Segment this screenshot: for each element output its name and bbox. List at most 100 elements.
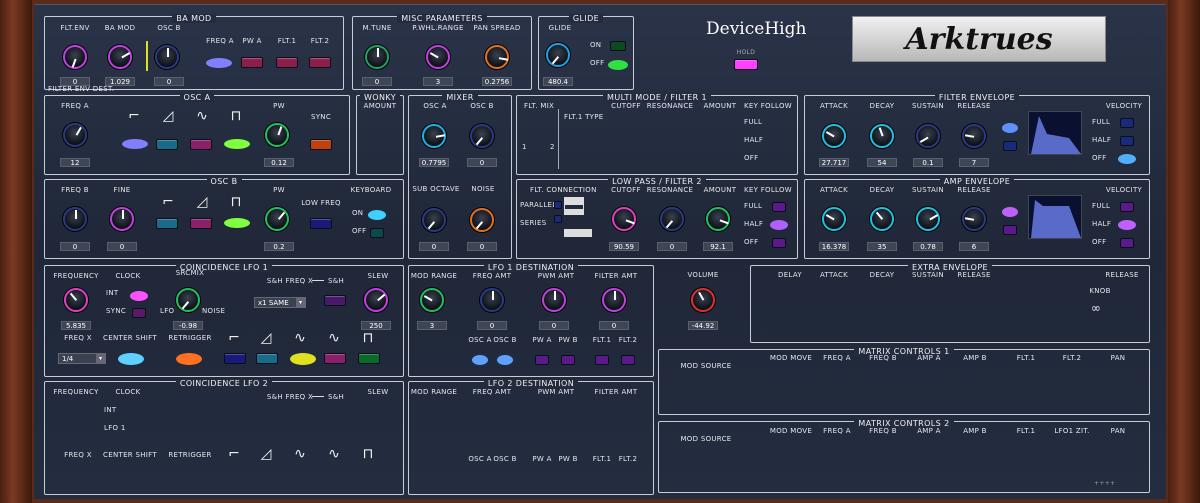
mixer-osc-a-knob[interactable] xyxy=(422,124,446,148)
filter-vel-half-button[interactable] xyxy=(1120,136,1134,146)
label: FULL xyxy=(1092,118,1111,126)
lfo1-osc-b-button[interactable] xyxy=(497,355,513,365)
kf-half-button[interactable] xyxy=(770,220,788,230)
glide-knob[interactable] xyxy=(546,43,570,67)
filter-release-knob[interactable] xyxy=(962,124,986,148)
label: SUSTAIN xyxy=(912,102,944,110)
sync-button[interactable] xyxy=(310,139,332,150)
osc-a-wave-1-button[interactable] xyxy=(122,139,148,149)
master-tune-knob[interactable] xyxy=(365,45,389,69)
kf-full-button[interactable] xyxy=(772,202,786,212)
value-display: 0 xyxy=(154,77,184,86)
sub-octave-knob[interactable] xyxy=(422,208,446,232)
lfo1-pw-a-button[interactable] xyxy=(535,355,549,365)
lfo1-pwm-amt-knob[interactable] xyxy=(542,288,566,312)
lfo1-filter-amt-knob[interactable] xyxy=(602,288,626,312)
lfo1-frequency-knob[interactable] xyxy=(64,288,88,312)
amp-vel-full-button[interactable] xyxy=(1120,202,1134,212)
keyboard-off-button[interactable] xyxy=(370,228,384,238)
filter-2-amount-knob[interactable] xyxy=(706,207,730,231)
label: VOLUME xyxy=(687,271,719,279)
lfo1-wave-5-button[interactable] xyxy=(358,353,380,364)
lfo1-int-button[interactable] xyxy=(130,291,148,301)
osc-b-wave-2-button[interactable] xyxy=(190,218,212,229)
filter-sustain-knob[interactable] xyxy=(916,124,940,148)
pw-a-knob[interactable] xyxy=(265,123,289,147)
lfo1-mod-range-knob[interactable] xyxy=(420,288,444,312)
series-button[interactable] xyxy=(554,215,562,223)
filter-2-cutoff-knob[interactable] xyxy=(612,207,636,231)
freq-b-knob[interactable] xyxy=(63,207,87,231)
section-title: COINCIDENCE LFO 2 xyxy=(175,379,273,388)
srcmix-knob[interactable] xyxy=(176,288,200,312)
label: RELEASE xyxy=(1105,271,1139,279)
filter-env-toggle-1[interactable] xyxy=(1002,123,1018,133)
label: RETRIGGER xyxy=(168,334,212,342)
ba-mod-knob[interactable] xyxy=(108,45,132,69)
label: FLT.2 xyxy=(1062,354,1082,362)
lfo1-wave-2-button[interactable] xyxy=(256,353,278,364)
freq-a-toggle[interactable] xyxy=(206,58,232,68)
filter-env-toggle-2[interactable] xyxy=(1003,141,1017,151)
label: BA MOD xyxy=(104,24,136,32)
center-shift-button[interactable] xyxy=(118,353,144,365)
lfo1-osc-a-button[interactable] xyxy=(472,355,488,365)
flt1-toggle[interactable] xyxy=(276,57,298,68)
lfo1-flt1-button[interactable] xyxy=(595,355,609,365)
amp-env-toggle-1[interactable] xyxy=(1002,207,1018,217)
amp-vel-half-button[interactable] xyxy=(1118,220,1136,230)
osc-b-knob[interactable] xyxy=(155,45,179,69)
volume-knob[interactable] xyxy=(691,288,715,312)
label: SYNC xyxy=(106,307,127,315)
kf-off-button[interactable] xyxy=(772,238,786,248)
lfo1-wave-3-button[interactable] xyxy=(290,353,316,365)
lfo1-freq-amt-knob[interactable] xyxy=(480,288,504,312)
amp-sustain-knob[interactable] xyxy=(916,207,940,231)
filter-attack-knob[interactable] xyxy=(822,124,846,148)
osc-a-wave-3-button[interactable] xyxy=(190,139,212,150)
glide-on-button[interactable] xyxy=(610,41,626,51)
filter-vel-full-button[interactable] xyxy=(1120,118,1134,128)
osc-a-wave-2-button[interactable] xyxy=(156,139,178,150)
filter-2-resonance-knob[interactable] xyxy=(660,207,684,231)
label: FREQ A xyxy=(61,102,89,110)
amp-decay-knob[interactable] xyxy=(870,207,894,231)
fine-knob[interactable] xyxy=(110,207,134,231)
hold-button[interactable] xyxy=(734,59,758,70)
amp-env-toggle-2[interactable] xyxy=(1003,225,1017,235)
lfo1-wave-1-button[interactable] xyxy=(224,353,246,364)
freq-x-select[interactable]: 1/4 ▾ xyxy=(58,353,106,364)
osc-b-wave-3-button[interactable] xyxy=(224,218,250,228)
label: LFO xyxy=(160,307,175,315)
pan-spread-knob[interactable] xyxy=(485,45,509,69)
flt2-toggle[interactable] xyxy=(309,57,331,68)
flt-env-knob[interactable] xyxy=(63,45,87,69)
retrigger-button[interactable] xyxy=(176,353,202,365)
amp-release-knob[interactable] xyxy=(962,207,986,231)
lfo1-pw-b-button[interactable] xyxy=(561,355,575,365)
pw-b-knob[interactable] xyxy=(265,207,289,231)
osc-a-wave-4-button[interactable] xyxy=(224,139,250,149)
pitch-wheel-range-knob[interactable] xyxy=(426,45,450,69)
freq-a-knob[interactable] xyxy=(63,123,87,147)
sh-button[interactable] xyxy=(324,295,346,306)
noise-knob[interactable] xyxy=(470,208,494,232)
parallel-button[interactable] xyxy=(554,201,562,209)
lfo1-flt2-button[interactable] xyxy=(621,355,635,365)
filter-decay-knob[interactable] xyxy=(870,124,894,148)
low-freq-button[interactable] xyxy=(310,218,332,229)
section-title: BA MOD xyxy=(172,14,216,23)
label: AMOUNT xyxy=(363,102,397,110)
keyboard-on-button[interactable] xyxy=(368,210,386,220)
lfo1-slew-knob[interactable] xyxy=(364,288,388,312)
sh-freq-select[interactable]: x1 SAME ▾ xyxy=(254,297,306,308)
amp-attack-knob[interactable] xyxy=(822,207,846,231)
glide-off-button[interactable] xyxy=(608,60,628,70)
lfo1-wave-4-button[interactable] xyxy=(324,353,346,364)
osc-b-wave-1-button[interactable] xyxy=(156,218,178,229)
amp-vel-off-button[interactable] xyxy=(1120,238,1134,248)
mixer-osc-b-knob[interactable] xyxy=(470,124,494,148)
lfo1-sync-button[interactable] xyxy=(132,308,146,318)
pw-a-toggle[interactable] xyxy=(241,57,263,68)
filter-vel-off-button[interactable] xyxy=(1118,154,1136,164)
